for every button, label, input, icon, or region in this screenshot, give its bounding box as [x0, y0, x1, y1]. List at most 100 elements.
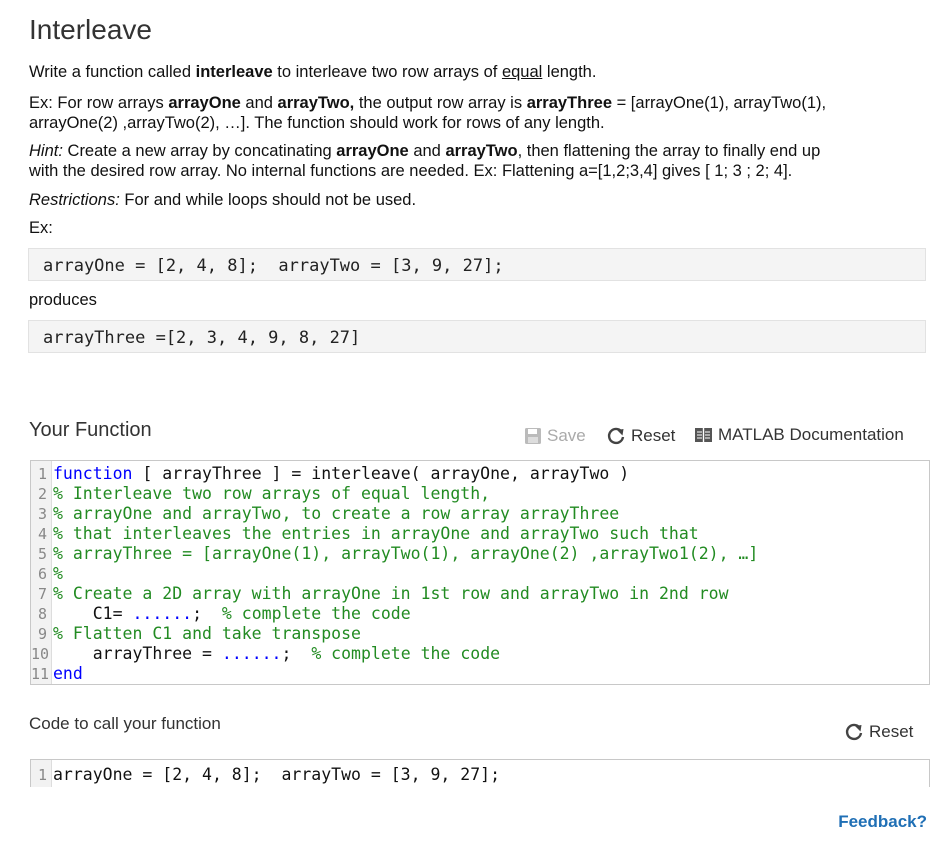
hint-line2: with the desired row array. No internal …	[29, 162, 793, 180]
code-text: arrayOne = [2, 4, 8]; arrayTwo = [3, 9, …	[53, 765, 501, 784]
code-line[interactable]: 1 arrayOne = [2, 4, 8]; arrayTwo = [3, 9,…	[31, 765, 929, 785]
circular-arrow-icon	[607, 427, 625, 445]
code-line-content: % Flatten C1 and take transpose	[53, 624, 361, 643]
floppy-disk-icon	[525, 428, 541, 444]
line-number: 4	[37, 525, 47, 543]
code-line[interactable]: 11 end	[31, 664, 929, 684]
code-comment: % arrayOne and arrayTwo, to create a row…	[53, 504, 620, 523]
code-text: [ arrayThree ] = interleave( arrayOne, a…	[132, 464, 630, 483]
book-icon	[695, 428, 712, 442]
intro-mid: to interleave two row arrays of	[272, 63, 502, 81]
code-keyword: end	[53, 664, 83, 683]
code-line-content: C1= ......; % complete the code	[53, 604, 411, 623]
line-number: 6	[37, 565, 47, 583]
line-number: 1	[37, 465, 47, 483]
code-line-content: end	[53, 664, 83, 683]
save-button[interactable]: Save	[524, 426, 586, 446]
line-number: 1	[37, 766, 47, 784]
code-comment: %	[53, 564, 63, 583]
hint-post: , then flattening the array to finally e…	[517, 142, 821, 160]
code-line[interactable]: 9 % Flatten C1 and take transpose	[31, 624, 929, 644]
line-number: 10	[31, 645, 50, 663]
circular-arrow-icon	[845, 723, 863, 741]
code-comment: % complete the code	[311, 644, 501, 663]
ex-desc-b1: arrayOne	[168, 94, 241, 112]
problem-title: Interleave	[29, 14, 152, 45]
code-line[interactable]: 6%	[31, 564, 929, 584]
code-line[interactable]: 4 % that interleaves the entries in array…	[31, 524, 929, 544]
line-number: 2	[37, 485, 47, 503]
code-comment: % arrayThree = [arrayOne(1), arrayTwo(1)…	[53, 544, 759, 563]
code-comment: % Create a 2D array with arrayOne in 1st…	[53, 584, 729, 603]
code-keyword: ......	[132, 604, 193, 623]
matlab-documentation-link[interactable]: MATLAB Documentation	[694, 425, 904, 445]
intro-underline: equal	[501, 63, 543, 81]
ex-desc-mid2: the output row array is	[354, 94, 527, 112]
code-line-content: % Interleave two row arrays of equal len…	[53, 484, 490, 503]
hint-b1: arrayOne	[336, 142, 409, 160]
code-line[interactable]: 1 function [ arrayThree ] = interleave( a…	[31, 464, 929, 484]
intro-bold: interleave	[195, 63, 273, 81]
example-description: Ex: For row arrays arrayOne and arrayTwo…	[29, 93, 919, 133]
code-text: ;	[192, 604, 222, 623]
hint-pre: Create a new array by concatinating	[62, 142, 337, 160]
save-label: Save	[547, 426, 586, 445]
line-number: 5	[37, 545, 47, 563]
restrictions-body: For and while loops should not be used.	[119, 191, 417, 209]
hint-text: Hint: Create a new array by concatinatin…	[29, 141, 919, 181]
line-number: 7	[37, 585, 47, 603]
code-comment: % Interleave two row arrays of equal len…	[53, 484, 491, 503]
ex-label: Ex:	[29, 219, 53, 237]
code-line-content: arrayThree = ......; % complete the code	[53, 644, 500, 663]
example-input-text: arrayOne = [2, 4, 8]; arrayTwo = [3, 9, …	[43, 256, 504, 276]
code-line[interactable]: 5 % arrayThree = [arrayOne(1), arrayTwo(1…	[31, 544, 929, 564]
produces-label: produces	[29, 291, 97, 309]
code-line[interactable]: 7 % Create a 2D array with arrayOne in 1s…	[31, 584, 929, 604]
restrictions-label: Restrictions:	[29, 191, 120, 209]
code-line-content: % arrayOne and arrayTwo, to create a row…	[53, 504, 619, 523]
feedback-link[interactable]: Feedback?	[838, 812, 927, 832]
call-reset-button[interactable]: Reset	[844, 722, 913, 742]
intro-pre: Write a function called	[29, 63, 196, 81]
line-number: 11	[31, 665, 50, 683]
code-line[interactable]: 8 C1= ......; % complete the code	[31, 604, 929, 624]
example-input-code: arrayOne = [2, 4, 8]; arrayTwo = [3, 9, …	[28, 248, 926, 281]
call-reset-label: Reset	[869, 722, 914, 741]
example-output-text: arrayThree =[2, 3, 4, 9, 8, 27]	[43, 328, 361, 348]
call-function-title: Code to call your function	[29, 714, 221, 733]
hint-b2: arrayTwo	[445, 142, 518, 160]
restrictions-text: Restrictions: For and while loops should…	[29, 190, 919, 210]
code-line-content: arrayOne = [2, 4, 8]; arrayTwo = [3, 9, …	[53, 765, 500, 784]
code-line-content: function [ arrayThree ] = interleave( ar…	[53, 464, 629, 483]
ex-desc-post: = [arrayOne(1), arrayTwo(1),	[612, 94, 827, 112]
code-keyword: function	[53, 464, 133, 483]
intro-post: length.	[542, 63, 597, 81]
line-number: 3	[37, 505, 47, 523]
code-line-content: % arrayThree = [arrayOne(1), arrayTwo(1)…	[53, 544, 758, 563]
hint-label: Hint:	[29, 142, 63, 160]
code-line-content: % that interleaves the entries in arrayO…	[53, 524, 699, 543]
call-code-editor[interactable]: 1 arrayOne = [2, 4, 8]; arrayTwo = [3, 9,…	[30, 759, 930, 787]
docs-label: MATLAB Documentation	[718, 425, 904, 444]
ex-desc-b3: arrayThree	[526, 94, 612, 112]
code-line[interactable]: 2 % Interleave two row arrays of equal le…	[31, 484, 929, 504]
line-number: 8	[37, 605, 47, 623]
code-comment: % that interleaves the entries in arrayO…	[53, 524, 699, 543]
ex-desc-pre: Ex: For row arrays	[29, 94, 169, 112]
ex-desc-b2: arrayTwo,	[277, 94, 355, 112]
hint-mid: and	[408, 142, 446, 160]
code-comment: % complete the code	[221, 604, 411, 623]
code-text: ;	[281, 644, 312, 663]
code-text: C1=	[53, 604, 133, 623]
function-code-editor[interactable]: 1 function [ arrayThree ] = interleave( a…	[30, 460, 930, 685]
line-number: 9	[37, 625, 47, 643]
your-function-title: Your Function	[29, 419, 152, 441]
code-line-content: %	[53, 564, 63, 583]
reset-label: Reset	[631, 426, 676, 445]
code-line[interactable]: 3 % arrayOne and arrayTwo, to create a ro…	[31, 504, 929, 524]
ex-desc-mid: and	[240, 94, 278, 112]
code-text: arrayThree =	[53, 644, 222, 663]
reset-button[interactable]: Reset	[606, 426, 675, 446]
code-keyword: ......	[221, 644, 282, 663]
code-line[interactable]: 10 arrayThree = ......; % complete the c…	[31, 644, 929, 664]
